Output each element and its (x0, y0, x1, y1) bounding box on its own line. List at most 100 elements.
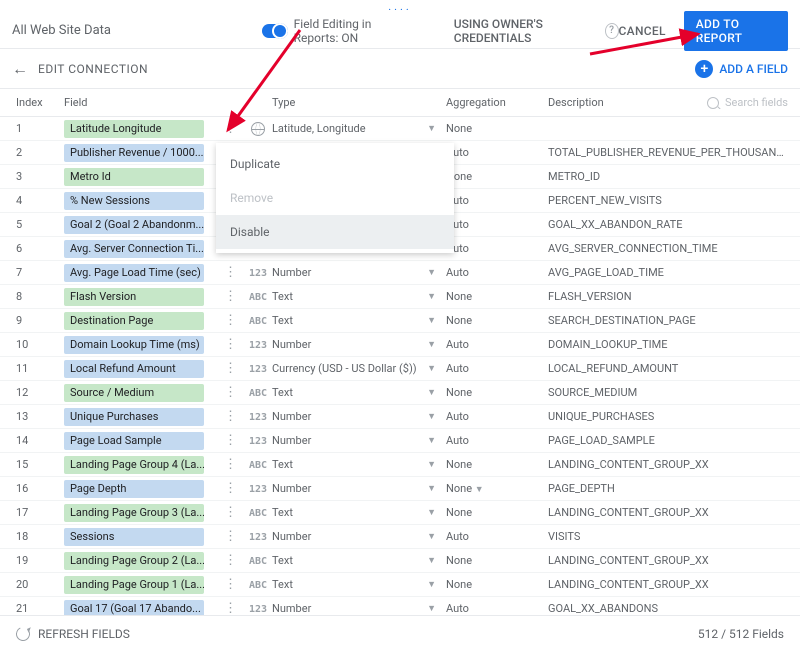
row-menu-icon[interactable]: ⋮ (224, 482, 236, 495)
field-chip[interactable]: Source / Medium (64, 384, 224, 402)
row-menu-icon[interactable]: ⋮ (224, 434, 236, 447)
aggregation-select[interactable]: None ▼ (446, 482, 548, 495)
row-menu-icon[interactable]: ⋮ (224, 338, 236, 351)
field-chip[interactable]: Page Depth (64, 480, 224, 498)
field-chip[interactable]: Landing Page Group 4 (La... (64, 456, 224, 474)
row-menu-icon[interactable]: ⋮ (224, 290, 236, 303)
description-text: TOTAL_PUBLISHER_REVENUE_PER_THOUSAND_VIS… (548, 146, 788, 159)
row-menu-icon[interactable]: ⋮ (224, 458, 236, 471)
type-icon: 123 (236, 530, 272, 543)
aggregation-select[interactable]: None (446, 386, 548, 399)
row-index: 10 (12, 338, 64, 351)
type-select[interactable]: Number▼ (272, 266, 446, 279)
search-fields[interactable]: Search fields (707, 96, 788, 109)
aggregation-select[interactable]: None (446, 290, 548, 303)
field-chip[interactable]: Sessions (64, 528, 224, 546)
row-index: 21 (12, 602, 64, 615)
row-menu-icon[interactable]: ⋮ (224, 530, 236, 543)
row-index: 13 (12, 410, 64, 423)
type-icon: ABC (236, 386, 272, 399)
type-select[interactable]: Text▼ (272, 554, 446, 567)
row-menu-icon[interactable]: ⋮ (224, 506, 236, 519)
aggregation-select[interactable]: None (446, 506, 548, 519)
menu-disable[interactable]: Disable (216, 215, 454, 249)
aggregation-select[interactable]: None (446, 458, 548, 471)
type-select[interactable]: Text▼ (272, 290, 446, 303)
field-chip[interactable]: Domain Lookup Time (ms) (64, 336, 224, 354)
menu-duplicate[interactable]: Duplicate (216, 147, 454, 181)
aggregation-select[interactable]: Auto (446, 266, 548, 279)
table-row: 8Flash Version⋮ABCText▼NoneFLASH_VERSION (0, 285, 800, 309)
field-chip[interactable]: Avg. Page Load Time (sec) (64, 264, 224, 282)
field-chip[interactable]: % New Sessions (64, 192, 224, 210)
refresh-fields-button[interactable]: REFRESH FIELDS (16, 627, 130, 641)
type-select[interactable]: Text▼ (272, 386, 446, 399)
type-icon: ABC (236, 554, 272, 567)
aggregation-select[interactable]: Auto (446, 194, 548, 207)
row-menu-icon[interactable]: ⋮ (224, 314, 236, 327)
row-menu-icon[interactable]: ⋮ (224, 386, 236, 399)
aggregation-select[interactable]: Auto (446, 434, 548, 447)
row-menu-icon[interactable]: ⋮ (224, 362, 236, 375)
row-menu-icon[interactable]: ⋮ (224, 578, 236, 591)
type-select[interactable]: Text▼ (272, 458, 446, 471)
aggregation-select[interactable]: Auto (446, 242, 548, 255)
field-chip[interactable]: Landing Page Group 1 (La... (64, 576, 224, 594)
row-menu-icon[interactable]: ⋮ (224, 266, 236, 279)
description-text: LANDING_CONTENT_GROUP_XX (548, 458, 788, 471)
row-menu-icon[interactable]: ⋮ (224, 602, 236, 615)
context-menu: Duplicate Remove Disable (216, 143, 454, 253)
aggregation-select[interactable]: Auto (446, 218, 548, 231)
field-chip[interactable]: Destination Page (64, 312, 224, 330)
aggregation-select[interactable]: None (446, 314, 548, 327)
field-chip[interactable]: Unique Purchases (64, 408, 224, 426)
type-select[interactable]: Number▼ (272, 434, 446, 447)
aggregation-select[interactable]: None (446, 578, 548, 591)
chevron-down-icon: ▼ (427, 531, 436, 542)
type-select[interactable]: Text▼ (272, 314, 446, 327)
chevron-down-icon: ▼ (427, 435, 436, 446)
type-select[interactable]: Number▼ (272, 410, 446, 423)
aggregation-select[interactable]: Auto (446, 602, 548, 615)
aggregation-select[interactable]: None (446, 170, 548, 183)
aggregation-select[interactable]: None (446, 122, 548, 135)
description-text: AVG_SERVER_CONNECTION_TIME (548, 242, 788, 255)
back-icon[interactable]: ← (12, 59, 28, 79)
table-header: Index Field Type Aggregation Description… (0, 89, 800, 117)
field-chip[interactable]: Metro Id (64, 168, 224, 186)
field-chip[interactable]: Landing Page Group 2 (La... (64, 552, 224, 570)
field-chip[interactable]: Local Refund Amount (64, 360, 224, 378)
aggregation-select[interactable]: None (446, 554, 548, 567)
chevron-down-icon: ▼ (427, 507, 436, 518)
type-select[interactable]: Text▼ (272, 506, 446, 519)
row-menu-icon[interactable]: ⋮ (224, 554, 236, 567)
row-index: 18 (12, 530, 64, 543)
field-chip[interactable]: Goal 2 (Goal 2 Abandonm... (64, 216, 224, 234)
row-menu-icon[interactable]: ⋮ (224, 410, 236, 423)
field-chip[interactable]: Latitude Longitude (64, 120, 224, 138)
field-chip[interactable]: Publisher Revenue / 1000... (64, 144, 224, 162)
field-chip[interactable]: Flash Version (64, 288, 224, 306)
type-select[interactable]: Number▼ (272, 338, 446, 351)
aggregation-select[interactable]: Auto (446, 338, 548, 351)
type-select[interactable]: Number▼ (272, 602, 446, 615)
row-index: 20 (12, 578, 64, 591)
description-text: METRO_ID (548, 170, 788, 183)
description-text: LOCAL_REFUND_AMOUNT (548, 362, 788, 375)
aggregation-select[interactable]: Auto (446, 362, 548, 375)
type-select[interactable]: Number▼ (272, 482, 446, 495)
type-select[interactable]: Currency (USD - US Dollar ($))▼ (272, 362, 446, 375)
aggregation-select[interactable]: Auto (446, 146, 548, 159)
drag-handle[interactable]: .... (0, 0, 800, 13)
aggregation-select[interactable]: Auto (446, 410, 548, 423)
row-index: 19 (12, 554, 64, 567)
aggregation-select[interactable]: Auto (446, 530, 548, 543)
field-chip[interactable]: Page Load Sample (64, 432, 224, 450)
chevron-down-icon: ▼ (475, 485, 484, 495)
field-chip[interactable]: Landing Page Group 3 (La... (64, 504, 224, 522)
type-select[interactable]: Text▼ (272, 578, 446, 591)
footer: REFRESH FIELDS 512 / 512 Fields (0, 615, 800, 651)
type-select[interactable]: Number▼ (272, 530, 446, 543)
field-chip[interactable]: Avg. Server Connection Ti... (64, 240, 224, 258)
field-editing-label: Field Editing in Reports: ON (294, 17, 418, 45)
